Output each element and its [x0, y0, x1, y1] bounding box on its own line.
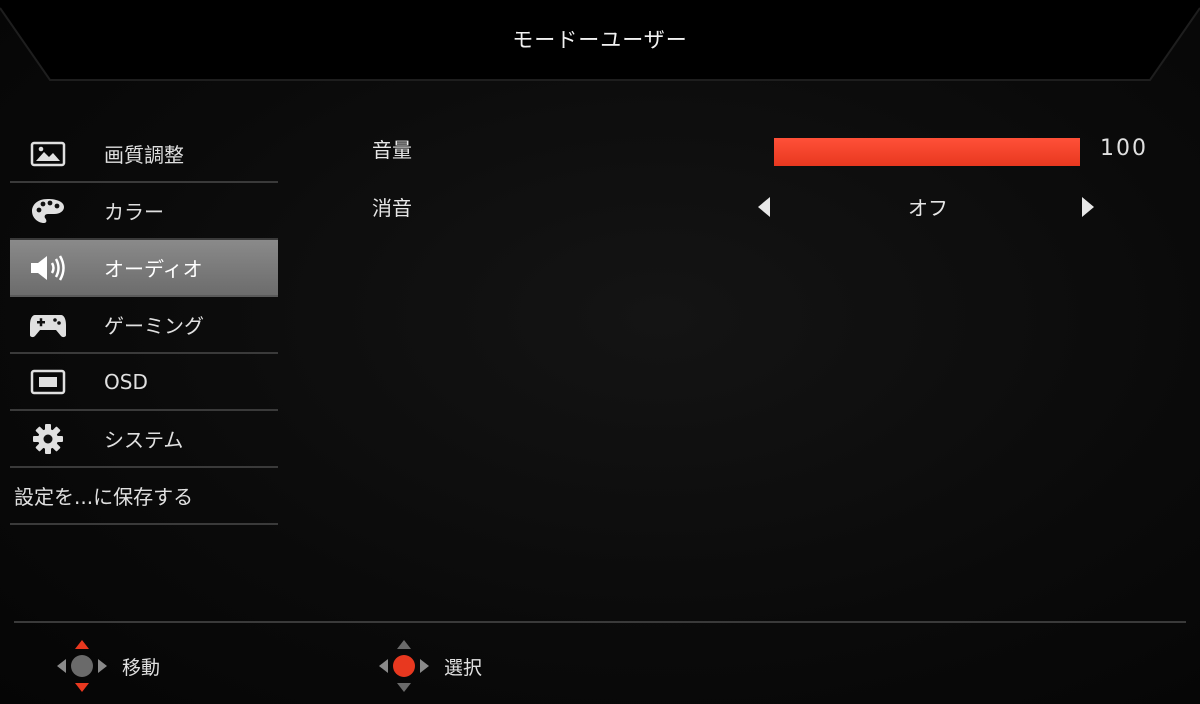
- volume-value: 100: [1100, 136, 1148, 161]
- volume-slider[interactable]: [774, 138, 1080, 166]
- volume-row: 音量 100: [372, 126, 1172, 166]
- sidebar-item-osd[interactable]: OSD: [10, 354, 278, 411]
- select-label: 選択: [444, 656, 483, 679]
- sidebar-menu: 画質調整 カラー オーディオ ゲーミング OSD システム 設定を...に保存す…: [10, 126, 278, 525]
- page-title: モードーユーザー: [512, 28, 688, 52]
- sidebar-item-label: ゲーミング: [104, 314, 204, 338]
- mute-right-arrow-icon[interactable]: [1082, 197, 1094, 217]
- sidebar-item-label: オーディオ: [104, 257, 203, 281]
- palette-icon: [10, 197, 86, 225]
- save-settings-label: 設定を...に保存する: [14, 485, 194, 509]
- sidebar-item-audio[interactable]: オーディオ: [10, 240, 278, 297]
- select-hint: 選択: [376, 638, 482, 694]
- sidebar-item-gaming[interactable]: ゲーミング: [10, 297, 278, 354]
- volume-label: 音量: [372, 138, 412, 162]
- sidebar-item-label: 画質調整: [104, 143, 184, 167]
- sidebar-item-picture[interactable]: 画質調整: [10, 126, 278, 183]
- footer-divider: [14, 621, 1186, 623]
- move-label: 移動: [122, 656, 161, 679]
- sidebar-item-label: システム: [104, 428, 184, 452]
- sidebar-item-system[interactable]: システム: [10, 411, 278, 468]
- sidebar-item-label: カラー: [104, 200, 164, 224]
- title-bar: モードーユーザー: [0, 0, 1200, 84]
- dpad-move-icon: [57, 640, 107, 692]
- sidebar-item-save-settings[interactable]: 設定を...に保存する: [10, 468, 278, 525]
- mute-row: 消音 オフ: [372, 184, 1172, 224]
- gear-icon: [10, 423, 86, 455]
- gamepad-icon: [10, 311, 86, 339]
- move-hint: 移動: [54, 638, 160, 694]
- sidebar-item-color[interactable]: カラー: [10, 183, 278, 240]
- dpad-select-icon: [379, 640, 429, 692]
- sidebar-item-label: OSD: [104, 369, 148, 394]
- picture-icon: [10, 141, 86, 167]
- osd-screen: モードーユーザー 画質調整 カラー オーディオ ゲーミング OSD システム 設…: [0, 0, 1200, 704]
- volume-slider-fill: [774, 138, 1080, 166]
- mute-label: 消音: [372, 196, 412, 220]
- speaker-icon: [10, 253, 86, 283]
- osd-window-icon: [10, 369, 86, 395]
- mute-value: オフ: [908, 196, 948, 220]
- mute-left-arrow-icon[interactable]: [758, 197, 770, 217]
